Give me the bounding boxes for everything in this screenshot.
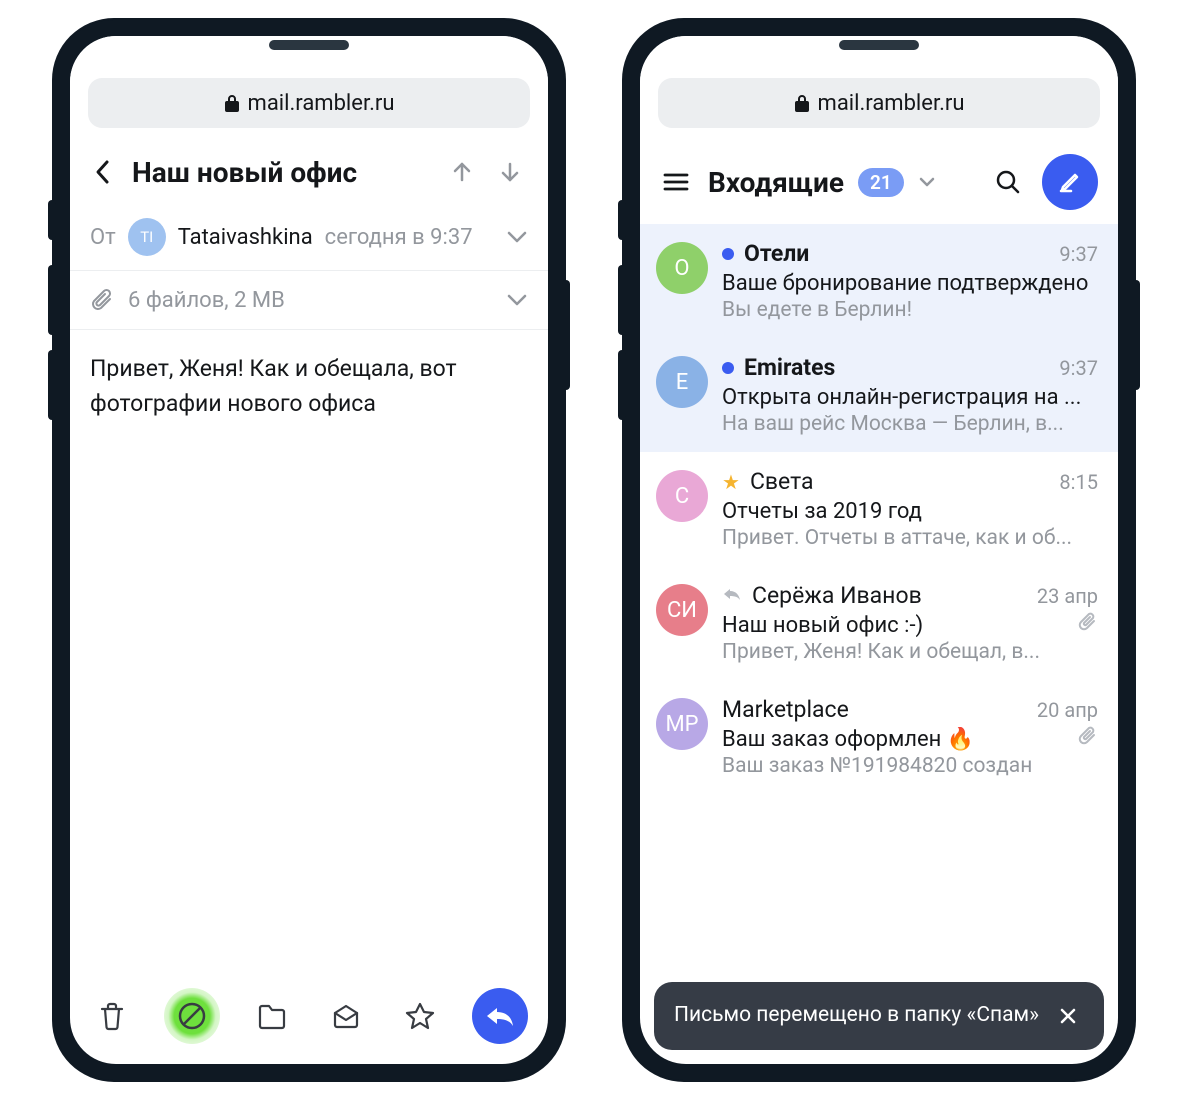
mail-avatar: СИ: [656, 584, 708, 636]
mail-preview: Привет, Женя! Как и обещал, в...: [722, 640, 1098, 664]
mail-time: 20 апр: [1037, 698, 1098, 722]
mail-item[interactable]: С ★ Света 8:15 Отчеты за 2019 годПривет. Отч…: [640, 452, 1118, 566]
attachment-icon: [1078, 725, 1098, 751]
search-button[interactable]: [988, 162, 1028, 202]
toast-close-button[interactable]: [1052, 1000, 1084, 1032]
phone-notch: [839, 40, 919, 50]
reply-icon: [485, 1004, 515, 1028]
phone-frame-message: mail.rambler.ru Наш новый офис От TI Tat…: [54, 20, 564, 1080]
browser-url-area: mail.rambler.ru: [640, 36, 1118, 140]
mail-avatar: С: [656, 470, 708, 522]
arrow-up-icon: [452, 161, 472, 183]
mail-item[interactable]: О Отели 9:37 Ваше бронирование подтверждено…: [640, 224, 1118, 338]
chevron-down-icon: [506, 230, 528, 244]
pencil-icon: [1057, 169, 1083, 195]
message-header: Наш новый офис: [70, 140, 548, 204]
folder-dropdown-button[interactable]: [918, 173, 936, 192]
chevron-down-icon: [506, 293, 528, 307]
mail-time: 9:37: [1059, 242, 1098, 266]
mail-avatar: E: [656, 356, 708, 408]
mail-subject: Отчеты за 2019 год: [722, 499, 1098, 524]
mail-avatar: MP: [656, 698, 708, 750]
message-title: Наш новый офис: [132, 156, 432, 189]
unread-dot-icon: [722, 362, 734, 374]
inbox-header: Входящие 21: [640, 140, 1118, 224]
expand-attachments-button[interactable]: [506, 288, 528, 313]
move-folder-button[interactable]: [250, 994, 294, 1038]
spam-button[interactable]: [164, 988, 220, 1044]
paperclip-icon: [90, 287, 114, 313]
url-bar[interactable]: mail.rambler.ru: [88, 78, 530, 128]
mail-item[interactable]: E Emirates 9:37 Открыта онлайн-регистрация …: [640, 338, 1118, 452]
phone-frame-inbox: mail.rambler.ru Входящие 21 О Отели 9:37 Ва…: [624, 20, 1134, 1080]
replied-icon: [722, 586, 742, 606]
star-button[interactable]: [398, 994, 442, 1038]
sender-avatar: TI: [128, 218, 166, 256]
url-text: mail.rambler.ru: [818, 91, 965, 116]
chevron-down-icon: [918, 176, 936, 188]
mail-subject: Ваше бронирование подтверждено: [722, 271, 1098, 296]
search-icon: [995, 169, 1021, 195]
mail-time: 23 апр: [1037, 584, 1098, 608]
message-toolbar: [70, 974, 548, 1064]
reply-button[interactable]: [472, 988, 528, 1044]
mail-sender: Света: [750, 468, 814, 495]
next-message-button[interactable]: [492, 154, 528, 190]
unread-dot-icon: [722, 248, 734, 260]
chevron-left-icon: [94, 159, 110, 185]
mail-subject: Ваш заказ оформлен 🔥: [722, 727, 1070, 752]
mail-sender: Emirates: [744, 354, 835, 381]
compose-button[interactable]: [1042, 154, 1098, 210]
toast-text: Письмо перемещено в папку «Спам»: [674, 1001, 1052, 1030]
mail-subject: Наш новый офис :-): [722, 613, 1070, 638]
mail-time: 9:37: [1059, 356, 1098, 380]
mail-sender: Серёжа Иванов: [752, 582, 922, 609]
attachments-row[interactable]: 6 файлов, 2 MB: [70, 271, 548, 330]
back-button[interactable]: [84, 154, 120, 190]
from-label: От: [90, 225, 116, 250]
url-text: mail.rambler.ru: [248, 91, 395, 116]
folder-icon: [256, 1002, 288, 1030]
spam-icon: [177, 1001, 207, 1031]
browser-url-area: mail.rambler.ru: [70, 36, 548, 140]
mail-preview: На ваш рейс Москва — Берлин, в...: [722, 412, 1098, 436]
star-icon: ★: [722, 470, 740, 494]
url-bar[interactable]: mail.rambler.ru: [658, 78, 1100, 128]
mail-preview: Ваш заказ №191984820 создан: [722, 754, 1098, 778]
attachment-icon: [1078, 611, 1098, 637]
prev-message-button[interactable]: [444, 154, 480, 190]
mail-preview: Привет. Отчеты в аттаче, как и об...: [722, 526, 1098, 550]
phone-notch: [269, 40, 349, 50]
mail-item[interactable]: СИ Серёжа Иванов 23 апр Наш новый офис :-)П…: [640, 566, 1118, 680]
lock-icon: [224, 93, 240, 113]
folder-title[interactable]: Входящие: [708, 166, 844, 199]
unread-badge: 21: [858, 168, 904, 197]
mail-time: 8:15: [1059, 470, 1098, 494]
sender-time: сегодня в 9:37: [325, 225, 473, 250]
mark-read-button[interactable]: [324, 994, 368, 1038]
close-icon: [1059, 1007, 1077, 1025]
mail-sender: Marketplace: [722, 696, 849, 723]
mail-list[interactable]: О Отели 9:37 Ваше бронирование подтверждено…: [640, 224, 1118, 1064]
mail-sender: Отели: [744, 240, 809, 267]
hamburger-icon: [663, 172, 689, 192]
expand-sender-button[interactable]: [506, 225, 528, 250]
mail-preview: Вы едете в Берлин!: [722, 298, 1098, 322]
sender-row[interactable]: От TI Tataivashkina сегодня в 9:37: [70, 204, 548, 271]
mail-item[interactable]: MP Marketplace 20 апр Ваш заказ оформлен 🔥В…: [640, 680, 1118, 794]
trash-icon: [98, 1001, 126, 1031]
attachments-text: 6 файлов, 2 MB: [128, 288, 285, 313]
star-icon: [405, 1001, 435, 1031]
message-body: Привет, Женя! Как и обещала, вот фотогра…: [70, 330, 548, 974]
mail-avatar: О: [656, 242, 708, 294]
delete-button[interactable]: [90, 994, 134, 1038]
mail-subject: Открыта онлайн-регистрация на ...: [722, 385, 1098, 410]
envelope-open-icon: [331, 1003, 361, 1029]
lock-icon: [794, 93, 810, 113]
menu-button[interactable]: [658, 164, 694, 200]
sender-name: Tataivashkina: [178, 225, 313, 250]
arrow-down-icon: [500, 161, 520, 183]
toast-notification: Письмо перемещено в папку «Спам»: [654, 982, 1104, 1050]
